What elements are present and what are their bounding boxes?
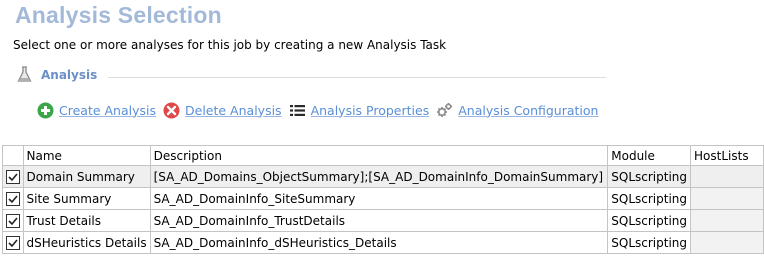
analysis-configuration-label: Analysis Configuration [458, 102, 599, 118]
flask-icon [17, 66, 32, 82]
analysis-properties-label: Analysis Properties [310, 102, 430, 118]
cell-hostlists [690, 187, 764, 210]
checkmark-icon [8, 195, 18, 203]
checkmark-icon [8, 173, 18, 181]
cell-name: Trust Details [22, 209, 151, 232]
create-analysis-button[interactable]: Create Analysis [37, 102, 156, 119]
section-divider [108, 77, 606, 78]
cell-module: SQLscripting [607, 165, 692, 188]
cell-module: SQLscripting [607, 209, 692, 232]
table-row[interactable]: dSHeuristics Details SA_AD_DomainInfo_dS… [2, 231, 764, 254]
cell-module: SQLscripting [607, 231, 692, 254]
cell-module: SQLscripting [607, 187, 692, 210]
checkmark-icon [8, 217, 18, 225]
create-analysis-label: Create Analysis [59, 102, 157, 118]
cell-hostlists [690, 209, 764, 232]
row-checkbox[interactable] [5, 169, 20, 184]
analysis-configuration-button[interactable]: Analysis Configuration [436, 102, 598, 119]
row-checkbox[interactable] [5, 235, 20, 250]
row-checkbox[interactable] [5, 213, 20, 228]
row-checkbox-cell[interactable] [2, 165, 24, 188]
table-row[interactable]: Domain Summary [SA_AD_Domains_ObjectSumm… [2, 165, 764, 188]
cell-description: SA_AD_DomainInfo_SiteSummary [149, 187, 609, 210]
analysis-properties-button[interactable]: Analysis Properties [289, 102, 430, 119]
section-label: Analysis [41, 67, 98, 82]
cell-description: SA_AD_DomainInfo_dSHeuristics_Details [149, 231, 609, 254]
column-header-select [2, 145, 24, 166]
cell-description: [SA_AD_Domains_ObjectSummary];[SA_AD_Dom… [149, 165, 609, 188]
row-checkbox-cell[interactable] [2, 187, 24, 210]
column-header-description[interactable]: Description [149, 145, 609, 166]
cell-description: SA_AD_DomainInfo_TrustDetails [149, 209, 609, 232]
gears-icon [437, 102, 453, 117]
row-checkbox-cell[interactable] [2, 209, 24, 232]
cell-hostlists [690, 165, 764, 188]
row-checkbox-cell[interactable] [2, 231, 24, 254]
table-row[interactable]: Site Summary SA_AD_DomainInfo_SiteSummar… [2, 187, 764, 210]
cell-hostlists [690, 231, 764, 254]
grid-header-row: Name Description Module HostLists [2, 145, 764, 166]
column-header-name[interactable]: Name [22, 145, 151, 166]
delete-analysis-button[interactable]: Delete Analysis [163, 102, 282, 119]
page-title: Analysis Selection [15, 2, 222, 28]
add-icon [37, 102, 54, 118]
analysis-toolbar: Create Analysis Delete Analysis Analysis… [37, 100, 605, 120]
table-row[interactable]: Trust Details SA_AD_DomainInfo_TrustDeta… [2, 209, 764, 232]
delete-icon [163, 102, 180, 118]
cell-name: Site Summary [22, 187, 151, 210]
delete-analysis-label: Delete Analysis [185, 102, 282, 118]
analysis-section-header: Analysis [17, 66, 105, 83]
cell-name: Domain Summary [22, 165, 151, 188]
column-header-hostlists[interactable]: HostLists [690, 145, 764, 166]
list-icon [289, 104, 305, 116]
analysis-grid: Name Description Module HostLists Domain… [2, 145, 764, 254]
page-subtitle: Select one or more analyses for this job… [13, 38, 447, 52]
cell-name: dSHeuristics Details [22, 231, 151, 254]
column-header-module[interactable]: Module [607, 145, 692, 166]
checkmark-icon [8, 239, 18, 247]
row-checkbox[interactable] [5, 191, 20, 206]
